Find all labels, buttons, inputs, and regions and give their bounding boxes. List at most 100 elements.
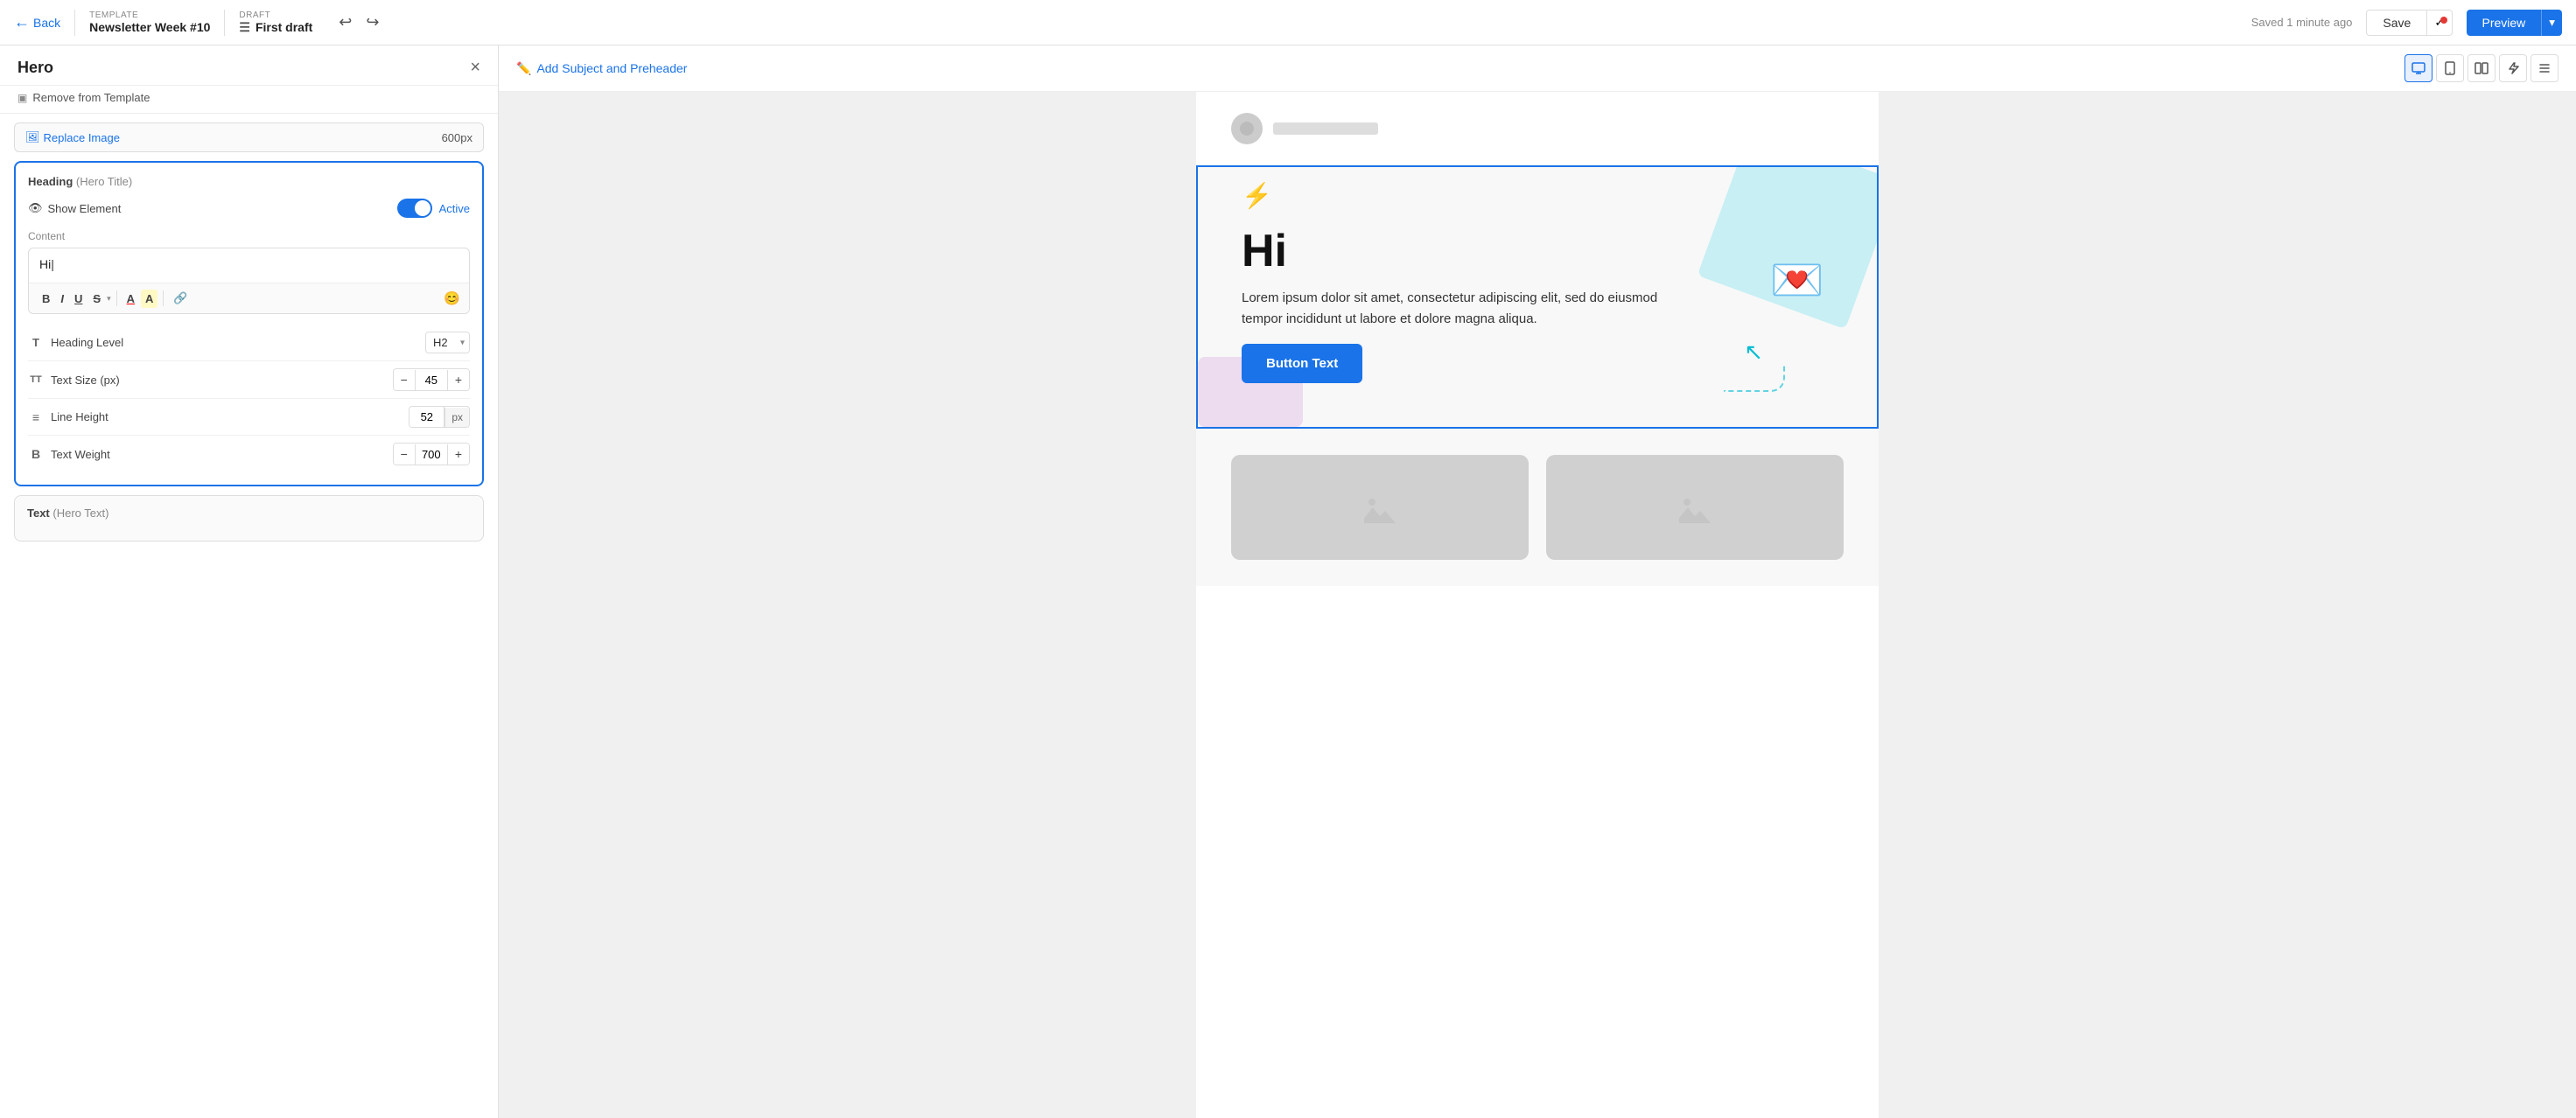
lightning-button[interactable] <box>2499 54 2527 82</box>
replace-image-icon: 🖼 <box>25 130 40 144</box>
eye-icon: 👁 <box>28 201 43 215</box>
text-weight-label: Text Weight <box>51 448 110 461</box>
text-weight-stepper: − + <box>393 443 470 465</box>
text-weight-increment[interactable]: + <box>448 444 469 465</box>
toolbar-separator-2 <box>163 290 164 306</box>
cursor-icon: ↖ <box>1744 339 1763 366</box>
line-height-left: ≡ Line Height <box>28 410 108 424</box>
image-placeholder-1 <box>1231 455 1529 560</box>
hero-bolt-icon: ⚡ <box>1242 181 1272 210</box>
toolbar-separator-1 <box>116 290 117 306</box>
text-weight-row: B Text Weight − + <box>28 436 470 472</box>
divider-1 <box>74 10 75 36</box>
font-color-button[interactable]: A <box>122 290 139 308</box>
text-size-value[interactable] <box>415 370 448 390</box>
show-element-label: Show Element <box>48 202 122 215</box>
text-editor-area: Hi B I U S ▾ A A 🔗 😊 <box>28 248 470 314</box>
active-label: Active <box>439 202 470 215</box>
add-subject-button[interactable]: ✏️ Add Subject and Preheader <box>516 61 687 76</box>
preview-button[interactable]: Preview <box>2467 10 2542 36</box>
email-canvas: ⚡ Hi Lorem ipsum dolor sit amet, consect… <box>1196 92 1879 1118</box>
text-weight-right: − + <box>393 443 470 465</box>
remove-from-template-label: Remove from Template <box>32 91 150 104</box>
tablet-view-button[interactable] <box>2436 54 2464 82</box>
desktop-view-button[interactable] <box>2404 54 2432 82</box>
line-height-row: ≡ Line Height px <box>28 399 470 436</box>
template-label: TEMPLATE <box>89 10 210 20</box>
highlight-button[interactable]: A <box>141 290 158 308</box>
underline-button[interactable]: U <box>70 290 87 308</box>
back-arrow-icon: ← <box>14 13 30 31</box>
list-view-button[interactable] <box>2530 54 2558 82</box>
draft-label: DRAFT <box>239 10 312 20</box>
topbar: ← Back TEMPLATE Newsletter Week #10 DRAF… <box>0 0 2576 45</box>
text-weight-value[interactable] <box>415 444 448 465</box>
toggle-knob <box>415 200 430 216</box>
show-element-row: 👁 Show Element Active <box>28 199 470 218</box>
preview-caret-button[interactable]: ▾ <box>2541 10 2562 36</box>
undo-redo-group: ↩ ↪ <box>333 10 384 35</box>
undo-button[interactable]: ↩ <box>333 10 357 35</box>
redo-button[interactable]: ↪ <box>360 10 384 35</box>
show-element-toggle[interactable] <box>397 199 432 218</box>
line-height-stepper: px <box>409 406 470 428</box>
text-size-left: TT Text Size (px) <box>28 374 120 387</box>
email-header <box>1196 92 1879 165</box>
left-panel: Hero × ▣ Remove from Template 🖼 Replace … <box>0 45 499 1118</box>
editor-dropdown-icon: ▾ <box>107 294 111 304</box>
text-size-decrement[interactable]: − <box>394 369 415 390</box>
hero-button[interactable]: Button Text <box>1242 344 1362 383</box>
heading-level-select-wrapper: H2H1H3 ▾ <box>425 332 470 353</box>
heading-level-select[interactable]: H2H1H3 <box>425 332 470 353</box>
text-size-right: − + <box>393 368 470 391</box>
editor-toolbar: B I U S ▾ A A 🔗 😊 <box>29 283 469 313</box>
content-section-label: Content <box>28 230 470 242</box>
text-weight-left: B Text Weight <box>28 447 110 461</box>
strikethrough-button[interactable]: S <box>88 290 105 308</box>
canvas-scroll: ⚡ Hi Lorem ipsum dolor sit amet, consect… <box>499 92 2576 1118</box>
show-element-right: Active <box>397 199 470 218</box>
link-button[interactable]: 🔗 <box>169 289 192 308</box>
canvas-view-icons <box>2404 54 2558 82</box>
text-size-icon: TT <box>28 374 44 385</box>
text-size-stepper: − + <box>393 368 470 391</box>
template-info: TEMPLATE Newsletter Week #10 <box>89 10 210 34</box>
save-check-button[interactable]: ✓ <box>2427 10 2452 36</box>
emoji-button[interactable]: 😊 <box>444 290 460 306</box>
canvas-toolbar: ✏️ Add Subject and Preheader <box>499 45 2576 92</box>
panel-close-button[interactable]: × <box>470 58 480 78</box>
cursor-line-decoration <box>1724 366 1785 392</box>
line-height-value[interactable] <box>410 407 444 427</box>
save-button[interactable]: Save <box>2366 10 2427 36</box>
split-view-button[interactable] <box>2468 54 2496 82</box>
bold-button[interactable]: B <box>38 290 54 308</box>
italic-button[interactable]: I <box>56 290 68 308</box>
draft-info: DRAFT ☰ First draft <box>239 10 312 35</box>
main-layout: Hero × ▣ Remove from Template 🖼 Replace … <box>0 45 2576 1118</box>
logo-circle <box>1231 113 1263 144</box>
back-button[interactable]: ← Back <box>14 13 60 31</box>
text-content-input[interactable]: Hi <box>29 248 469 283</box>
heading-level-icon: T <box>28 336 44 349</box>
logo-bar <box>1273 122 1378 135</box>
replace-image-link[interactable]: 🖼 Replace Image <box>25 130 120 144</box>
template-title: Newsletter Week #10 <box>89 20 210 34</box>
text-card: Text (Hero Text) <box>14 495 484 542</box>
save-group: Save ✓ <box>2366 10 2452 36</box>
replace-image-bar: 🖼 Replace Image 600px <box>14 122 484 152</box>
heading-level-row: T Heading Level H2H1H3 ▾ <box>28 325 470 361</box>
heading-card-label: Heading (Hero Title) <box>28 175 470 188</box>
preview-group: Preview ▾ <box>2467 10 2563 36</box>
pencil-icon: ✏️ <box>516 61 531 76</box>
line-height-label: Line Height <box>51 410 108 423</box>
text-card-sublabel: (Hero Text) <box>52 507 108 520</box>
remove-icon: ▣ <box>18 92 27 104</box>
remove-from-template-button[interactable]: ▣ Remove from Template <box>0 86 498 114</box>
text-weight-decrement[interactable]: − <box>394 444 415 465</box>
heading-card-sublabel: (Hero Title) <box>76 175 132 188</box>
back-label: Back <box>33 16 60 30</box>
hero-body-text: Lorem ipsum dolor sit amet, consectetur … <box>1242 288 1662 330</box>
add-subject-label: Add Subject and Preheader <box>536 61 687 75</box>
text-size-row: TT Text Size (px) − + <box>28 361 470 399</box>
text-size-increment[interactable]: + <box>448 369 469 390</box>
